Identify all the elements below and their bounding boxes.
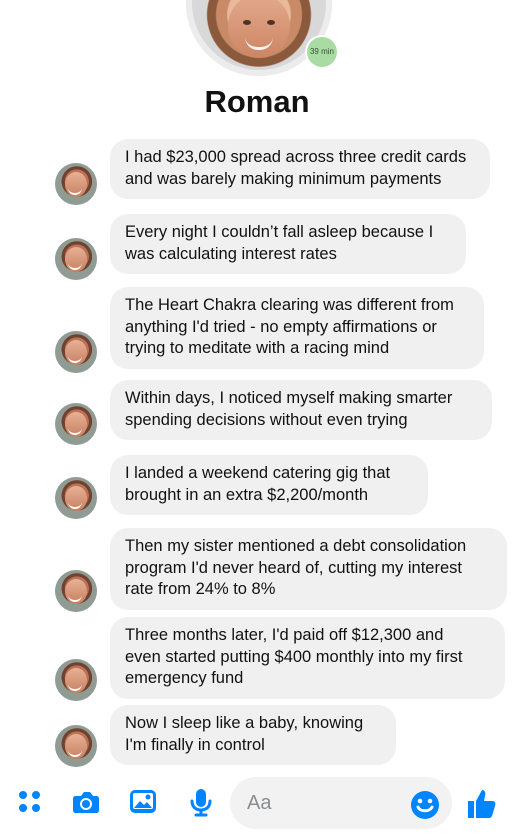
profile-face — [228, 0, 290, 58]
message-bubble[interactable]: Now I sleep like a baby, knowing I'm fin… — [110, 705, 396, 765]
message-row: The Heart Chakra clearing was different … — [0, 287, 514, 373]
sender-avatar — [55, 238, 97, 280]
message-placeholder: Aa — [247, 792, 272, 814]
smile — [245, 37, 273, 50]
sender-avatar — [55, 403, 97, 445]
message-bubble[interactable]: I had $23,000 spread across three credit… — [110, 139, 490, 199]
message-row: Three months later, I'd paid off $12,300… — [0, 617, 514, 703]
message-bubble[interactable]: Within days, I noticed myself making sma… — [110, 380, 492, 440]
message-input[interactable]: Aa — [230, 777, 452, 829]
message-row: I landed a weekend catering gig that bro… — [0, 455, 514, 521]
right-eye — [267, 20, 275, 25]
microphone-icon[interactable] — [186, 787, 216, 817]
contact-name: Roman — [204, 84, 310, 119]
sender-avatar — [55, 163, 97, 205]
online-status-badge: 39 min — [307, 37, 337, 67]
thumbs-up-icon[interactable] — [464, 787, 496, 818]
sender-avatar — [55, 725, 97, 767]
camera-icon[interactable] — [70, 787, 100, 817]
conversation-header: 39 min Roman — [0, 0, 514, 130]
message-row: Within days, I noticed myself making sma… — [0, 380, 514, 446]
message-bubble[interactable]: The Heart Chakra clearing was different … — [110, 287, 484, 369]
sender-avatar — [55, 477, 97, 519]
sender-avatar — [55, 659, 97, 701]
message-bubble[interactable]: Every night I couldn’t fall asleep becau… — [110, 214, 466, 274]
left-eye — [243, 20, 251, 25]
message-row: Now I sleep like a baby, knowing I'm fin… — [0, 705, 514, 771]
message-bubble[interactable]: Then my sister mentioned a debt consolid… — [110, 528, 507, 610]
profile-avatar[interactable] — [186, 0, 332, 76]
sender-avatar — [55, 570, 97, 612]
message-row: Every night I couldn’t fall asleep becau… — [0, 214, 514, 280]
image-icon[interactable] — [128, 787, 158, 817]
sender-avatar — [55, 331, 97, 373]
message-composer: Aa — [0, 777, 514, 830]
apps-icon[interactable] — [15, 787, 45, 817]
message-row: I had $23,000 spread across three credit… — [0, 139, 514, 205]
message-row: Then my sister mentioned a debt consolid… — [0, 528, 514, 614]
emoji-icon[interactable] — [410, 788, 440, 819]
message-bubble[interactable]: Three months later, I'd paid off $12,300… — [110, 617, 505, 699]
message-bubble[interactable]: I landed a weekend catering gig that bro… — [110, 455, 428, 515]
